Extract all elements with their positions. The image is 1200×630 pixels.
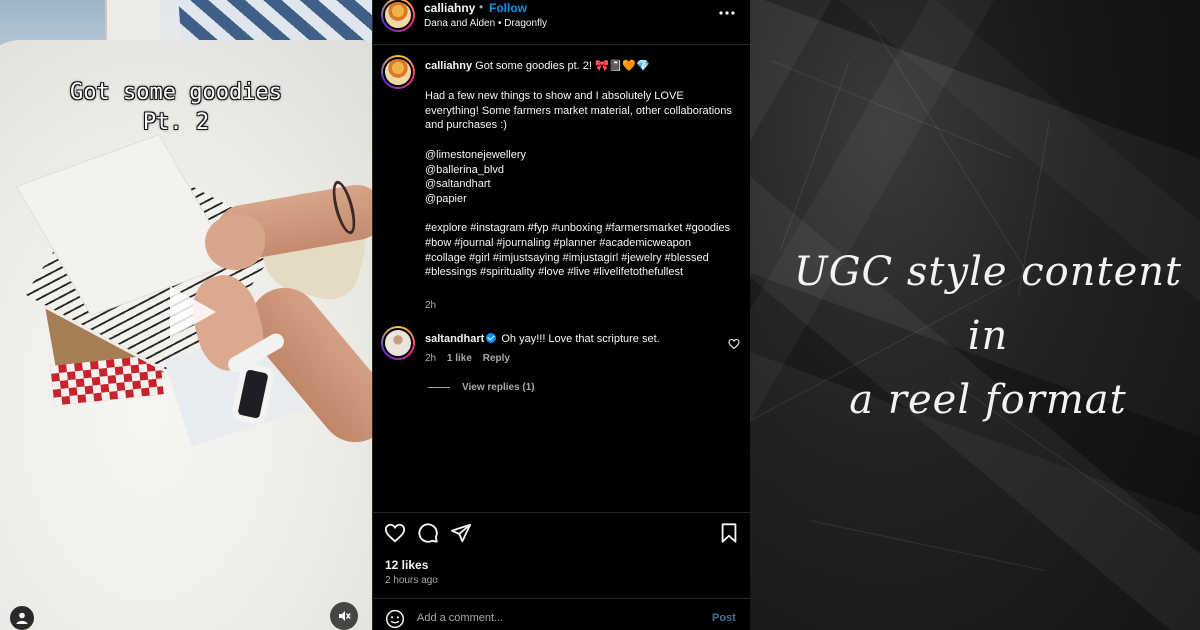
action-bar [373, 522, 750, 548]
header-divider [373, 44, 750, 45]
comment-bubble-icon[interactable] [417, 522, 439, 544]
hand-upper [205, 215, 265, 270]
comment-composer: Post [373, 600, 750, 630]
caption-body: Had a few new things to show and I absol… [425, 90, 732, 279]
commenter-avatar[interactable] [381, 326, 415, 360]
verified-badge-icon [486, 333, 497, 343]
comment-likes[interactable]: 1 like [447, 353, 472, 364]
more-options-icon[interactable] [719, 10, 735, 16]
post-header: calliahny • Follow Dana and Alden • Drag… [373, 0, 750, 44]
comment-divider [373, 598, 750, 599]
replies-line [428, 387, 450, 388]
actions-divider [373, 512, 750, 513]
like-count[interactable]: 12 likes [385, 558, 428, 572]
audio-track-link[interactable]: Dana and Alden • Dragonfly [424, 18, 547, 29]
comment-input[interactable] [417, 612, 687, 624]
paper-crease [769, 60, 1012, 159]
paper-crease [780, 62, 850, 251]
video-overlay-text: Got some goodies Pt. 2 [70, 80, 282, 135]
post-comment-button[interactable]: Post [712, 612, 736, 624]
view-replies-button[interactable]: View replies (1) [462, 382, 535, 393]
save-bookmark-icon[interactable] [718, 522, 740, 544]
comment-like-heart-icon[interactable] [728, 338, 740, 350]
caption-title: Got some goodies pt. 2! 🎀📓🧡💎 [475, 60, 650, 72]
play-icon[interactable] [162, 282, 222, 342]
reel-video[interactable]: Got some goodies Pt. 2 [0, 0, 372, 630]
caption-author-avatar[interactable] [381, 55, 415, 89]
caption-header: calliahny Got some goodies pt. 2! 🎀📓🧡💎 [425, 59, 735, 74]
comment-text: Oh yay!!! Love that scripture set. [501, 333, 660, 345]
paper-crease [809, 520, 1045, 571]
comment-meta: 2h 1 like Reply [425, 353, 518, 364]
emoji-picker-icon[interactable] [385, 609, 405, 629]
paper-crease [869, 20, 1029, 275]
like-heart-icon[interactable] [384, 522, 406, 544]
header-separator: • [479, 0, 484, 14]
post-timestamp: 2 hours ago [385, 575, 438, 586]
follow-button[interactable]: Follow [489, 1, 527, 15]
tagged-user-icon[interactable] [10, 606, 34, 630]
share-send-icon[interactable] [450, 522, 472, 544]
post-panel: calliahny • Follow Dana and Alden • Drag… [372, 0, 750, 630]
author-avatar[interactable] [381, 0, 415, 32]
author-username[interactable]: calliahny [424, 1, 475, 15]
commenter-username[interactable]: saltandhart [425, 333, 484, 345]
caption-author-username[interactable]: calliahny [425, 60, 472, 72]
comment-text-row: saltandhart Oh yay!!! Love that scriptur… [425, 333, 660, 345]
comment-timestamp: 2h [425, 353, 437, 364]
reply-button[interactable]: Reply [483, 353, 510, 364]
mute-icon[interactable] [330, 602, 358, 630]
promo-tagline: UGC style content in a reel format [793, 249, 1183, 423]
caption-timestamp: 2h [425, 300, 437, 311]
